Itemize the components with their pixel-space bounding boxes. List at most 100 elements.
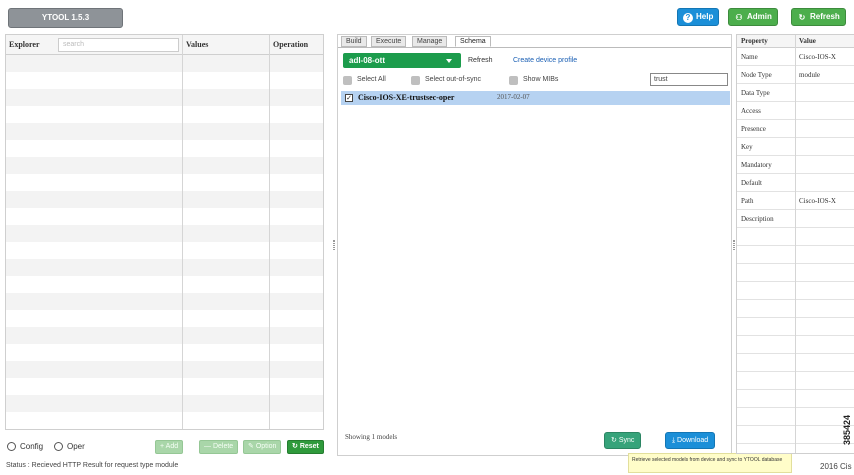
table-row xyxy=(6,395,323,412)
property-key: Description xyxy=(741,215,774,223)
refresh-icon: ↻ xyxy=(798,13,806,22)
schema-refresh-link[interactable]: Refresh xyxy=(468,57,493,64)
showing-count-text: Showing 1 models xyxy=(345,433,398,441)
property-key: Presence xyxy=(741,125,766,133)
property-key: Path xyxy=(741,197,754,205)
table-row xyxy=(6,276,323,293)
download-label: Download xyxy=(677,437,709,444)
refresh-label: Refresh xyxy=(810,12,840,21)
property-key: Name xyxy=(741,53,758,61)
table-row xyxy=(6,293,323,310)
admin-label: Admin xyxy=(747,12,772,21)
table-row xyxy=(6,310,323,327)
reset-label: Reset xyxy=(299,443,319,450)
model-name: Cisco-IOS-XE-trustsec-oper xyxy=(358,93,455,102)
sync-button[interactable]: ↻ Sync xyxy=(604,432,642,449)
property-key: Mandatory xyxy=(741,161,772,169)
select-out-of-sync-checkbox[interactable] xyxy=(411,76,420,85)
table-row xyxy=(6,327,323,344)
help-button[interactable]: ? Help xyxy=(677,8,720,26)
table-row xyxy=(6,344,323,361)
table-row xyxy=(6,191,323,208)
property-key: Node Type xyxy=(741,71,772,79)
option-button[interactable]: ✎ Option xyxy=(243,440,282,454)
select-all-checkbox[interactable] xyxy=(343,76,352,85)
tab-execute[interactable]: Execute xyxy=(371,36,407,47)
property-table: Property Value Name Cisco-IOS-X Node Type m… xyxy=(736,34,854,454)
property-value: Cisco-IOS-X xyxy=(799,53,836,61)
property-value: module xyxy=(799,71,820,79)
tab-underline xyxy=(338,47,731,48)
sync-icon: ↻ xyxy=(611,437,619,444)
table-row xyxy=(6,361,323,378)
status-text: Status : Recieved HTTP Result for reques… xyxy=(6,462,179,469)
values-column-header: Values xyxy=(183,35,270,55)
model-list-item[interactable]: ✓ Cisco-IOS-XE-trustsec-oper 2017-02-07 xyxy=(341,91,730,105)
add-button[interactable]: + Add xyxy=(155,440,184,454)
select-out-of-sync-label: Select out-of-sync xyxy=(425,76,482,83)
schema-panel: Build Execute Manage Schema adl-08-ott R… xyxy=(337,34,732,456)
table-row xyxy=(6,259,323,276)
operation-column-header: Operation xyxy=(270,35,323,55)
table-row xyxy=(6,208,323,225)
app-title: YTOOL 1.5.3 xyxy=(8,8,123,28)
property-value: Cisco-IOS-X xyxy=(799,197,836,205)
property-column-header: Property xyxy=(741,37,768,45)
reset-icon: ↻ xyxy=(292,443,300,450)
device-select[interactable]: adl-08-ott xyxy=(343,53,461,68)
table-row xyxy=(6,89,323,106)
help-label: Help xyxy=(696,12,714,21)
show-mibs-checkbox[interactable] xyxy=(509,76,518,85)
figure-id: 385424 xyxy=(842,414,852,445)
column-divider xyxy=(795,35,796,453)
sync-label: Sync xyxy=(618,437,635,444)
oper-radio[interactable] xyxy=(54,442,63,451)
edit-icon: ✎ xyxy=(248,443,256,450)
explorer-search-input[interactable]: search xyxy=(58,38,179,52)
right-splitter-grip[interactable] xyxy=(733,240,735,250)
refresh-button[interactable]: ↻ Refresh xyxy=(791,8,846,26)
config-radio[interactable] xyxy=(7,442,16,451)
table-row xyxy=(6,106,323,123)
copyright-text: 2016 Cis xyxy=(820,462,852,471)
tab-schema[interactable]: Schema xyxy=(455,36,491,47)
left-splitter-grip[interactable] xyxy=(333,240,335,250)
property-key: Key xyxy=(741,143,753,151)
model-date: 2017-02-07 xyxy=(497,93,530,101)
top-bar: YTOOL 1.5.3 ? Help ⚇ Admin ↻ Refresh xyxy=(0,0,854,32)
option-label: Option xyxy=(255,443,277,450)
table-row xyxy=(6,72,323,89)
table-row xyxy=(6,55,323,72)
explorer-table: Explorer Values Operation search xyxy=(5,34,324,430)
table-row xyxy=(6,140,323,157)
property-key: Data Type xyxy=(741,89,770,97)
value-column-header: Value xyxy=(799,37,816,45)
create-device-profile-link[interactable]: Create device profile xyxy=(513,57,577,64)
column-divider xyxy=(182,35,183,429)
property-key: Access xyxy=(741,107,761,115)
table-row xyxy=(6,174,323,191)
device-select-value: adl-08-ott xyxy=(349,56,385,65)
table-row xyxy=(6,412,323,429)
admin-button[interactable]: ⚇ Admin xyxy=(728,8,778,26)
help-icon: ? xyxy=(683,13,693,23)
model-filter-input[interactable]: trust xyxy=(650,73,728,86)
table-row xyxy=(6,378,323,395)
caret-down-icon xyxy=(446,59,452,63)
show-mibs-label: Show MIBs xyxy=(523,76,559,83)
oper-radio-label: Oper xyxy=(67,442,85,451)
delete-button[interactable]: — Delete xyxy=(199,440,239,454)
table-row xyxy=(6,123,323,140)
column-divider xyxy=(269,35,270,429)
model-checkbox[interactable]: ✓ xyxy=(345,94,353,102)
table-row xyxy=(6,242,323,259)
users-icon: ⚇ xyxy=(735,13,743,22)
reset-button[interactable]: ↻ Reset xyxy=(287,440,324,454)
download-button[interactable]: ⤓ Download xyxy=(665,432,716,449)
table-row xyxy=(6,157,323,174)
tab-build[interactable]: Build xyxy=(341,36,367,47)
config-radio-label: Config xyxy=(20,442,44,451)
select-all-label: Select All xyxy=(357,76,386,83)
table-row xyxy=(6,225,323,242)
tab-manage[interactable]: Manage xyxy=(412,36,448,47)
